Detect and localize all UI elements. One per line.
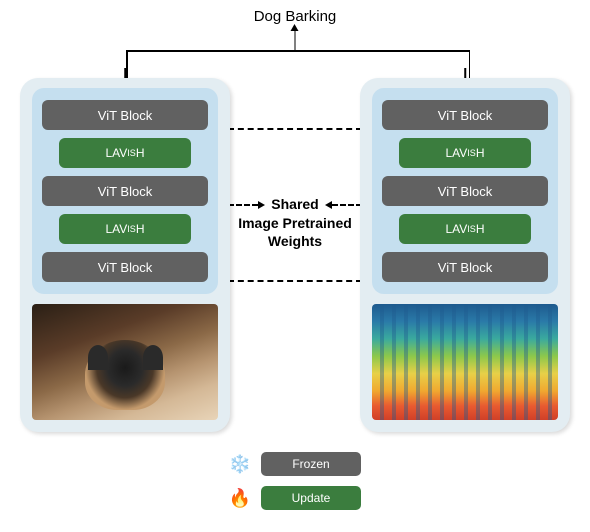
vit-block: ViT Block	[382, 100, 548, 130]
vit-block: ViT Block	[42, 176, 208, 206]
legend: ❄️ Frozen 🔥 Update	[229, 452, 361, 510]
shared-text-1: Shared	[271, 196, 318, 212]
lavish-block: LAVISH	[399, 138, 532, 168]
flame-icon: 🔥	[229, 487, 251, 509]
frozen-label: Frozen	[261, 452, 361, 476]
vit-block: ViT Block	[382, 252, 548, 282]
legend-update-row: 🔥 Update	[229, 486, 361, 510]
right-encoder: ViT Block LAVISH ViT Block LAVISH ViT Bl…	[360, 78, 570, 432]
lavish-block: LAVISH	[399, 214, 532, 244]
shared-text-3: Weights	[268, 233, 322, 249]
share-arrow-mid-left	[228, 204, 258, 206]
lavish-block: LAVISH	[59, 214, 192, 244]
vit-block: ViT Block	[42, 252, 208, 282]
vit-block: ViT Block	[42, 100, 208, 130]
share-arrow-bottom	[228, 280, 362, 282]
vit-block: ViT Block	[382, 176, 548, 206]
share-arrow-mid-right	[332, 204, 362, 206]
lavish-block: LAVISH	[59, 138, 192, 168]
output-label: Dog Barking	[254, 8, 337, 25]
right-stack: ViT Block LAVISH ViT Block LAVISH ViT Bl…	[372, 88, 558, 294]
merge-line	[126, 50, 470, 52]
dog-image-input	[32, 304, 218, 420]
left-stack: ViT Block LAVISH ViT Block LAVISH ViT Bl…	[32, 88, 218, 294]
shared-text-2: Image Pretrained	[238, 215, 352, 231]
update-label: Update	[261, 486, 361, 510]
legend-frozen-row: ❄️ Frozen	[229, 452, 361, 476]
share-arrow-top	[228, 128, 362, 130]
spectrogram-input	[372, 304, 558, 420]
output-arrow	[295, 30, 296, 50]
snowflake-icon: ❄️	[229, 453, 251, 475]
left-encoder: ViT Block LAVISH ViT Block LAVISH ViT Bl…	[20, 78, 230, 432]
